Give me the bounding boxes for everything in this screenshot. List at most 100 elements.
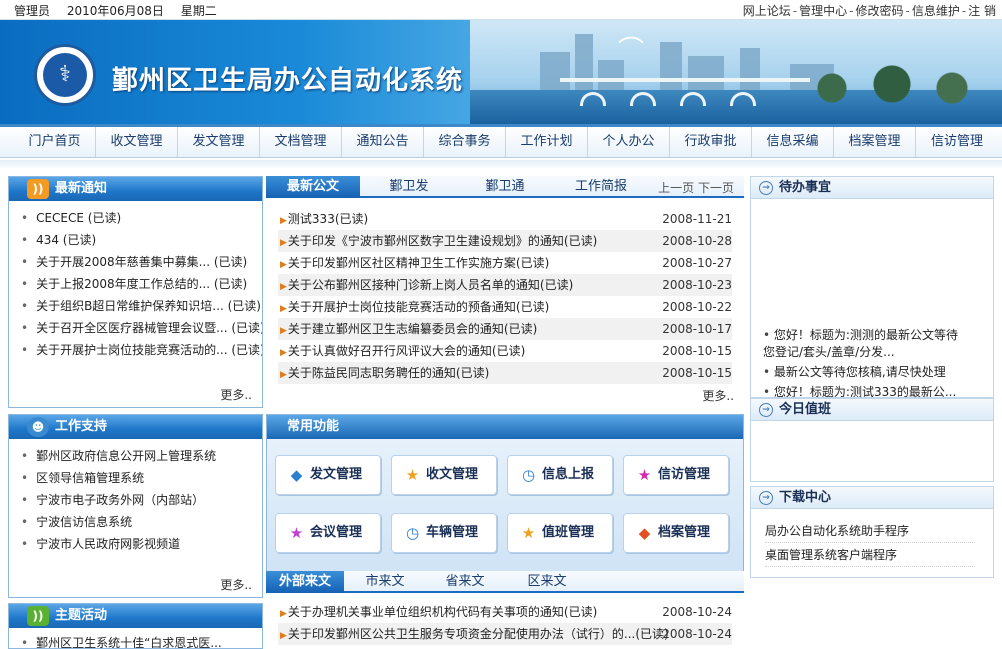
pager[interactable]: 上一页 下一页 — [658, 179, 734, 196]
table-row[interactable]: ▶关于认真做好召开行风评议大会的通知(已读) 2008-10-15 — [278, 340, 732, 362]
tab-district-docs[interactable]: 区来文 — [512, 571, 582, 593]
table-row[interactable]: ▶关于陈益民同志职务聘任的通知(已读) 2008-10-15 — [278, 362, 732, 384]
more-link[interactable]: 更多.. — [220, 576, 252, 593]
nav-announcements[interactable]: 通知公告 — [342, 127, 424, 157]
doc-title[interactable]: 测试333(已读) — [288, 212, 368, 226]
nav-outgoing-docs[interactable]: 发文管理 — [178, 127, 260, 157]
external-docs-panel: 外部来文 市来文 省来文 区来文 ▶关于办理机关事业单位组织机构代码有关事项的通… — [266, 571, 744, 649]
latest-docs-tabs: 最新公文 鄞卫发 鄞卫通 工作简报 上一页 下一页 — [266, 176, 744, 198]
todo-title: 待办事宜 — [779, 180, 832, 195]
info-report-button[interactable]: ◷ 信息上报 — [507, 455, 613, 495]
doc-title[interactable]: 关于印发鄞州区社区精神卫生工作实施方案(已读) — [288, 256, 549, 270]
cube-icon: ◆ — [290, 466, 303, 484]
doc-date: 2008-10-24 — [662, 627, 732, 641]
external-docs-list: ▶关于办理机关事业单位组织机构代码有关事项的通知(已读) 2008-10-24 ▶… — [266, 593, 744, 645]
link-logout[interactable]: 注 销 — [968, 4, 996, 18]
nav-archive-management[interactable]: 档案管理 — [834, 127, 916, 157]
link-info-maintenance[interactable]: 信息维护 — [912, 4, 960, 18]
common-functions-body: ◆ 发文管理 ★ 收文管理 ◷ 信息上报 ★ 信访管理 ★ 会议管理 ◷ 车辆管理 ★ 值班管… — [267, 439, 743, 573]
latest-notice-title: 最新通知 — [55, 181, 108, 196]
nav-home[interactable]: 门户首页 — [14, 127, 96, 157]
more-link[interactable]: 更多.. — [702, 387, 734, 404]
table-row[interactable]: ▶关于印发鄞州区社区精神卫生工作实施方案(已读) 2008-10-27 — [278, 252, 732, 274]
duty-button[interactable]: ★ 值班管理 — [507, 513, 613, 553]
nav-personal-office[interactable]: 个人办公 — [588, 127, 670, 157]
list-item[interactable]: 宁波市人民政府网影视频道 — [21, 533, 262, 555]
nav-work-plan[interactable]: 工作计划 — [506, 127, 588, 157]
list-item[interactable]: 区领导信箱管理系统 — [21, 467, 262, 489]
list-item[interactable]: 关于上报2008年度工作总结的... (已读) — [21, 273, 262, 295]
doc-title[interactable]: 关于公布鄞州区接种门诊新上岗人员名单的通知(已读) — [288, 278, 573, 292]
list-item[interactable]: 关于组织B超日常维护保养知识培... (已读) — [21, 295, 262, 317]
table-row[interactable]: ▶关于公布鄞州区接种门诊新上岗人员名单的通知(已读) 2008-10-23 — [278, 274, 732, 296]
nav-general-affairs[interactable]: 综合事务 — [424, 127, 506, 157]
tab-yinweifa[interactable]: 鄞卫发 — [366, 176, 452, 198]
list-item[interactable]: 434 (已读) — [21, 229, 262, 251]
doc-date: 2008-10-22 — [662, 300, 732, 314]
top-links: 网上论坛 - 管理中心 - 修改密码 - 信息维护 - 注 销 — [742, 4, 996, 18]
tab-work-briefing[interactable]: 工作简报 — [558, 176, 644, 198]
doc-title[interactable]: 关于认真做好召开行风评议大会的通知(已读) — [288, 344, 525, 358]
list-item[interactable]: 关于召开全区医疗器械管理会议暨... (已读) — [21, 317, 262, 339]
link-forum[interactable]: 网上论坛 — [743, 4, 791, 18]
doc-title[interactable]: 关于印发《宁波市鄞州区数字卫生建设规划》的通知(已读) — [288, 234, 597, 248]
tab-external-docs[interactable]: 外部来文 — [266, 571, 344, 593]
table-row[interactable]: ▶关于办理机关事业单位组织机构代码有关事项的通知(已读) 2008-10-24 — [278, 601, 732, 623]
meeting-button[interactable]: ★ 会议管理 — [275, 513, 381, 553]
list-item[interactable]: 宁波市电子政务外网（内部站） — [21, 489, 262, 511]
common-functions-panel: 常用功能 ◆ 发文管理 ★ 收文管理 ◷ 信息上报 ★ 信访管理 ★ 会议管理 ◷ 车辆管理… — [266, 414, 744, 574]
nav-incoming-docs[interactable]: 收文管理 — [96, 127, 178, 157]
nav-petition-management[interactable]: 信访管理 — [916, 127, 998, 157]
list-item[interactable]: 桌面管理系统客户端程序 — [765, 543, 975, 567]
list-item[interactable]: 宁波信访信息系统 — [21, 511, 262, 533]
archive-button[interactable]: ◆ 档案管理 — [623, 513, 729, 553]
incoming-docs-button[interactable]: ★ 收文管理 — [391, 455, 497, 495]
doc-date: 2008-10-28 — [662, 234, 732, 248]
doc-title[interactable]: 关于印发鄞州区公共卫生服务专项资金分配使用办法（试行）的...(已读) — [288, 627, 669, 641]
petition-button[interactable]: ★ 信访管理 — [623, 455, 729, 495]
table-row[interactable]: ▶关于开展护士岗位技能竞赛活动的预备通知(已读) 2008-10-22 — [278, 296, 732, 318]
banner-trees — [792, 64, 992, 104]
table-row[interactable]: ▶关于印发鄞州区公共卫生服务专项资金分配使用办法（试行）的...(已读) 2008… — [278, 623, 732, 645]
doc-title[interactable]: 关于办理机关事业单位组织机构代码有关事项的通知(已读) — [288, 605, 597, 619]
list-item[interactable]: 您好！标题为:测测的最新公文等待您登记/套头/盖章/分发... — [763, 327, 963, 361]
doc-date: 2008-10-17 — [662, 322, 732, 336]
list-item[interactable]: 关于开展2008年慈善集中募集... (已读) — [21, 251, 262, 273]
list-item[interactable]: 您好！标题为:测试333的最新公... — [763, 384, 963, 397]
nav-admin-approval[interactable]: 行政审批 — [670, 127, 752, 157]
doc-date: 2008-11-21 — [662, 212, 732, 226]
nav-document-management[interactable]: 文档管理 — [260, 127, 342, 157]
table-row[interactable]: ▶关于建立鄞州区卫生志编纂委员会的通知(已读) 2008-10-17 — [278, 318, 732, 340]
tab-city-docs[interactable]: 市来文 — [350, 571, 420, 593]
arrow-icon: ▶ — [280, 348, 287, 358]
arrow-circle-icon: → — [759, 403, 773, 417]
list-item[interactable]: 局办公自动化系统助手程序 — [765, 519, 975, 543]
link-change-password[interactable]: 修改密码 — [855, 4, 903, 18]
list-item[interactable]: 鄞州区政府信息公开网上管理系统 — [21, 445, 262, 467]
doc-title[interactable]: 关于陈益民同志职务聘任的通知(已读) — [288, 366, 489, 380]
doc-title[interactable]: 关于建立鄞州区卫生志编纂委员会的通知(已读) — [288, 322, 537, 336]
nav-info-editing[interactable]: 信息采编 — [752, 127, 834, 157]
list-item[interactable]: 关于开展护士岗位技能竞赛活动的... (已读) — [21, 339, 262, 361]
person-icon: ☻ — [27, 417, 49, 437]
tab-latest-docs[interactable]: 最新公文 — [266, 176, 360, 198]
list-item[interactable]: 鄞州区卫生系统十佳“白求恩式医... — [21, 632, 262, 648]
arrow-icon: ▶ — [280, 238, 287, 248]
outgoing-docs-button[interactable]: ◆ 发文管理 — [275, 455, 381, 495]
table-row[interactable]: ▶关于印发《宁波市鄞州区数字卫生建设规划》的通知(已读) 2008-10-28 — [278, 230, 732, 252]
rss-icon: )) — [27, 179, 49, 199]
table-row[interactable]: ▶测试333(已读) 2008-11-21 — [278, 208, 732, 230]
duty-header: → 今日值班 — [751, 399, 993, 421]
current-weekday: 星期二 — [180, 4, 217, 18]
doc-title[interactable]: 关于开展护士岗位技能竞赛活动的预备通知(已读) — [288, 300, 549, 314]
more-link[interactable]: 更多.. — [220, 386, 252, 403]
rss-icon: )) — [27, 606, 49, 626]
tab-yinweitong[interactable]: 鄞卫通 — [462, 176, 548, 198]
list-item[interactable]: 最新公文等待您核稿,请尽快处理 — [763, 364, 963, 381]
tab-province-docs[interactable]: 省来文 — [430, 571, 500, 593]
link-admin-center[interactable]: 管理中心 — [799, 4, 847, 18]
list-item[interactable]: CECECE (已读) — [21, 207, 262, 229]
main-nav: 门户首页 收文管理 发文管理 文档管理 通知公告 综合事务 工作计划 个人办公 … — [0, 124, 1002, 158]
star-icon: ★ — [521, 524, 536, 542]
vehicle-button[interactable]: ◷ 车辆管理 — [391, 513, 497, 553]
